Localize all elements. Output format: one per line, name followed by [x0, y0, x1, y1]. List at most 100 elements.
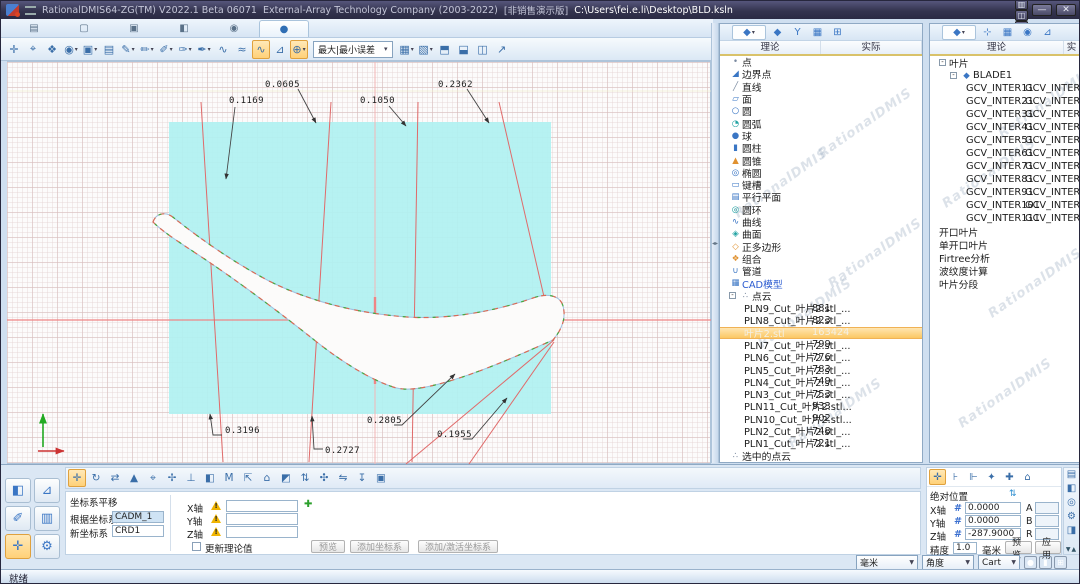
column-theory[interactable]: 理论	[720, 41, 821, 54]
tree-row[interactable]: 开口叶片	[930, 225, 1080, 238]
x-position-field[interactable]: 0.0000	[965, 502, 1021, 514]
tree-row[interactable]: GCV_INTER111 GCV_INTER111	[930, 212, 1080, 225]
report-import-icon[interactable]: ⬓	[455, 40, 473, 59]
tree-row[interactable]: GCV_INTER91 GCV_INTER91	[930, 186, 1080, 199]
measure-point-icon[interactable]: ✎▾	[119, 40, 137, 59]
search-icon[interactable]: ◎	[1067, 497, 1076, 508]
joystick-icon[interactable]: ✦	[983, 469, 1000, 485]
tree-row[interactable]: PLN2_Cut_叶片2.stl_... 748	[720, 425, 922, 437]
csys-axis-point-icon[interactable]: ✢	[163, 469, 181, 487]
coord-mode-select[interactable]: Cart▼	[978, 555, 1020, 570]
tab-window[interactable]: ▣	[109, 20, 159, 37]
base-csys-field[interactable]: CADM_1	[112, 511, 164, 523]
error-mode-dropdown[interactable]: 最大|最小误差 ▾	[313, 41, 393, 58]
csys-origin-icon[interactable]: ⌖	[144, 469, 162, 487]
view-cube-icon[interactable]: ◨	[1067, 525, 1076, 536]
tree-row[interactable]: PLN3_Cut_叶片2.stl_... 753	[720, 388, 922, 400]
csys-mirror-icon[interactable]: ⇋	[334, 469, 352, 487]
model-view-icon[interactable]: ◧	[1067, 483, 1076, 494]
csys-bestfit-icon[interactable]: ▲	[125, 469, 143, 487]
capture-icon[interactable]: ▣▾	[81, 40, 99, 59]
close-button[interactable]: ✕	[1056, 4, 1076, 16]
tree-row[interactable]: ◎ 椭圆	[720, 167, 922, 179]
annotation-icon[interactable]: ⊕▾	[290, 40, 308, 59]
csys-copy-icon[interactable]: ▣	[372, 469, 390, 487]
tree-row[interactable]: ◎ 圆环	[720, 204, 922, 216]
jog-absolute-icon[interactable]: ✛	[929, 469, 946, 485]
tree-row[interactable]: ∴ 选中的点云	[720, 450, 922, 462]
tree-row[interactable]: PLN9_Cut_叶片2.stl_... 881	[720, 302, 922, 314]
color-map-icon[interactable]: ∿	[252, 40, 270, 59]
y-position-field[interactable]: 0.0000	[965, 515, 1021, 527]
machine-tools-button[interactable]: ⚙	[34, 534, 60, 559]
save-session-icon[interactable]: ◫	[1015, 10, 1028, 21]
tree-row[interactable]: ❖ 组合	[720, 253, 922, 265]
report-send-icon[interactable]: ◫	[474, 40, 492, 59]
measure-line-icon[interactable]: ✏▾	[138, 40, 156, 59]
y-axis-input[interactable]	[226, 513, 298, 525]
tree-row[interactable]: GCV_INTER61 GCV_INTER61	[930, 147, 1080, 160]
zoom-window-icon[interactable]: ⌖	[24, 40, 42, 59]
measure-cylinder-icon[interactable]: ✒▾	[195, 40, 213, 59]
tree-row[interactable]: PLN8_Cut_叶片2.stl_... 823	[720, 314, 922, 326]
tree-row[interactable]: PLN10_Cut_叶片2.stl... 902	[720, 413, 922, 425]
csys-save-icon[interactable]: ↧	[353, 469, 371, 487]
tab-view[interactable]: ▢	[59, 20, 109, 37]
dro-status-icon[interactable]: ⊞	[1054, 556, 1067, 569]
probe-model-button[interactable]: ◧	[5, 478, 31, 503]
swap-icon[interactable]: ⇅	[1009, 489, 1017, 499]
column-actual[interactable]: 实际	[821, 41, 922, 54]
expander-icon[interactable]: -	[950, 72, 957, 79]
minimize-button[interactable]: —	[1032, 4, 1052, 16]
csys-fixture-icon[interactable]: ◩	[277, 469, 295, 487]
box-tab-icon[interactable]: ▦	[809, 25, 826, 40]
camera-tab-icon[interactable]: ◉	[1019, 25, 1036, 40]
jog-relative-icon[interactable]: ⊦	[947, 469, 964, 485]
tree-row[interactable]: ╱ 直线	[720, 81, 922, 93]
caliper-button[interactable]: ⊿	[34, 478, 60, 503]
csys-level-icon[interactable]: ⇅	[296, 469, 314, 487]
probe-status-icon[interactable]: ●	[1024, 556, 1037, 569]
expander-icon[interactable]: -	[939, 59, 946, 66]
align-tab-icon[interactable]: ⊿	[1039, 25, 1056, 40]
tree-row[interactable]: PLN11_Cut_叶片2.stl... 933	[720, 400, 922, 412]
csys-button[interactable]: ✛	[5, 534, 31, 559]
column-actual[interactable]: 实	[1064, 41, 1080, 54]
jog-step-icon[interactable]: ⊩	[965, 469, 982, 485]
update-theory-checkbox[interactable]	[192, 542, 201, 551]
tab-analysis[interactable]: ◉	[209, 20, 259, 37]
length-unit-select[interactable]: 毫米▼	[856, 555, 918, 570]
probe-button[interactable]: ✐	[5, 506, 31, 531]
tree-row[interactable]: PLN5_Cut_叶片2.stl_... 783	[720, 363, 922, 375]
probe-tab-icon[interactable]: Y	[789, 25, 806, 40]
tree-row[interactable]: Firtree分析	[930, 251, 1080, 264]
tab-pointcloud[interactable]: ●	[259, 20, 309, 37]
tolerance-button[interactable]: ▥	[34, 506, 60, 531]
angle-unit-select[interactable]: 角度▼	[922, 555, 974, 570]
axes-tab-icon[interactable]: ⊹	[979, 25, 996, 40]
report-save-icon[interactable]: ⬒	[436, 40, 454, 59]
csys-matrix-icon[interactable]: M	[220, 469, 238, 487]
tree-row[interactable]: ▦ CAD模型	[720, 277, 922, 289]
b-field[interactable]	[1035, 515, 1059, 527]
tree-row[interactable]: ∿ 曲线	[720, 216, 922, 228]
csys-offset-icon[interactable]: ⇱	[239, 469, 257, 487]
view-orient-icon[interactable]: ◉▾	[62, 40, 80, 59]
tab-model[interactable]: ◧	[159, 20, 209, 37]
tree-row[interactable]: GCV_INTER101 GCV_INTER101	[930, 199, 1080, 212]
tree-row[interactable]: GCV_INTER21 GCV_INTER21	[930, 95, 1080, 108]
tree-row[interactable]: GCV_INTER51 GCV_INTER51	[930, 134, 1080, 147]
expander-icon[interactable]: -	[729, 292, 736, 299]
home-icon[interactable]: ⌂	[1019, 469, 1036, 485]
scan-section-icon[interactable]: ≈	[233, 40, 251, 59]
csys-rotate-icon[interactable]: ↻	[87, 469, 105, 487]
column-theory[interactable]: 理论	[930, 41, 1064, 54]
grid-tab-icon[interactable]: ⊞	[829, 25, 846, 40]
tree-row[interactable]: GCV_INTER11 GCV_INTER11	[930, 82, 1080, 95]
tree-row[interactable]: 单开口叶片	[930, 238, 1080, 251]
graphics-canvas[interactable]: 0.1169 0.0605 0.1050 0.2362 0.3196 0.272…	[7, 61, 711, 464]
csys-rps-icon[interactable]: ✣	[315, 469, 333, 487]
print-icon[interactable]: ▤	[1067, 469, 1076, 480]
features-tab-icon[interactable]: ◆▾	[732, 25, 766, 40]
tree-row[interactable]: PLN1_Cut_叶片2.stl_... 721	[720, 437, 922, 449]
